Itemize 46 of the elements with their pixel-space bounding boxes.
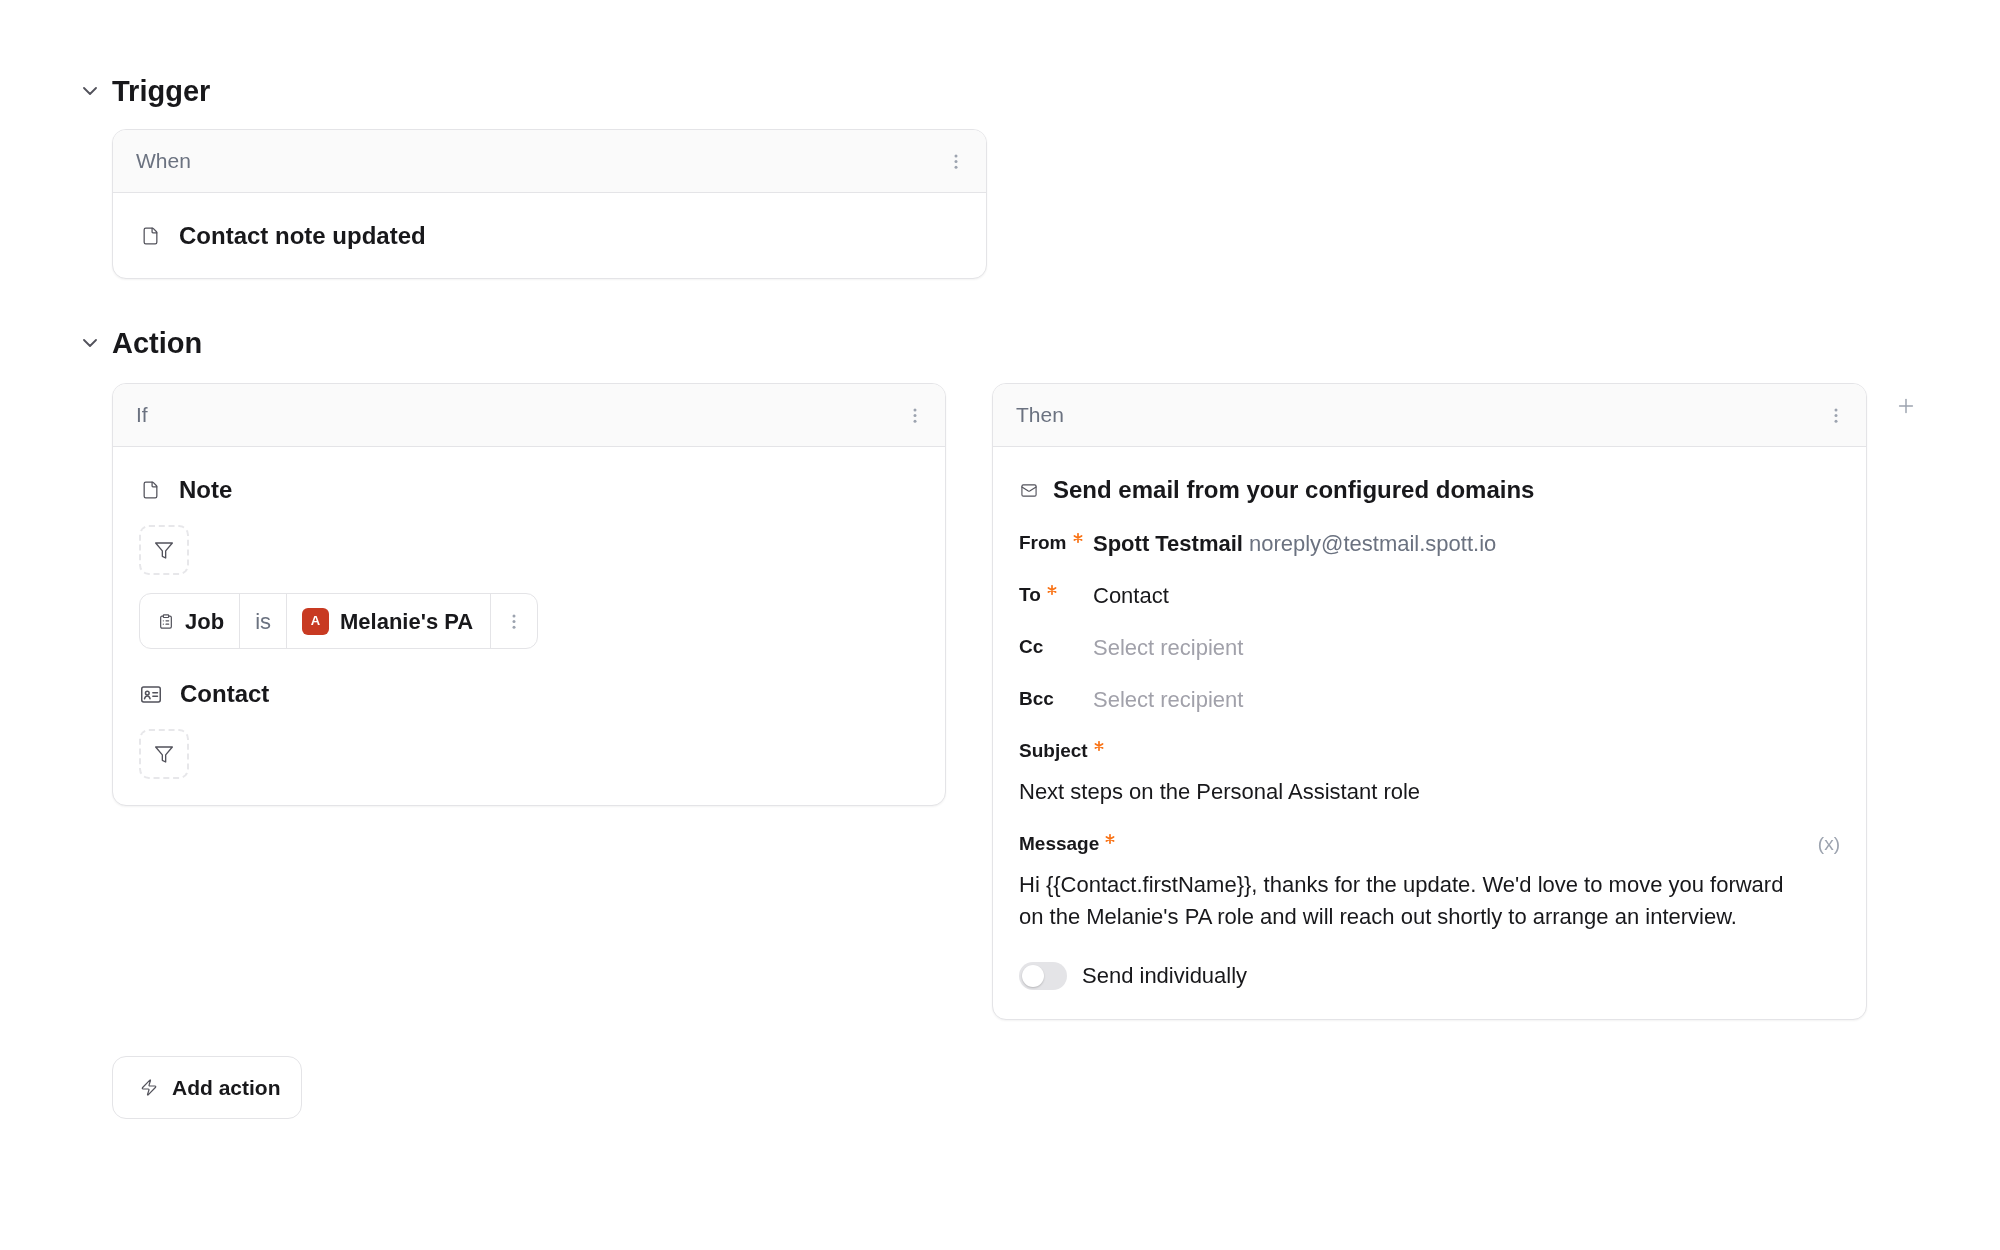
field-label: Bcc [1019,686,1054,711]
file-icon [141,480,160,500]
recipient-field[interactable]: Select recipient [1093,684,1393,714]
contact-card-icon [141,685,161,703]
avatar: A [302,607,329,635]
field-label: Message [1019,831,1100,856]
recipient-field[interactable]: Select recipient [1093,632,1393,662]
file-icon [141,225,160,246]
clipboard-icon [158,612,174,630]
section-heading: Action [112,326,203,361]
field-label: Subject [1019,738,1088,763]
card-header-label: Then [1016,402,1064,429]
field-label: To [1019,582,1041,607]
card-header-label: If [136,402,148,429]
dots-vertical-icon [1834,407,1838,423]
field-label: Cc [1019,634,1044,659]
toggle-switch[interactable] [1019,961,1067,990]
message-field[interactable]: Hi {{Contact.firstName}}, thanks for the update. We'd love to move you forward on the Melanie's PA role and will reach out shortly to arrange an interview. [1019,869,1794,933]
lightning-icon [140,1078,158,1097]
recipient-select[interactable]: Contact [1093,578,1169,612]
condition-value[interactable]: A Melanie's PA [287,594,492,648]
sender-address: noreply@testmail.spott.io [1248,529,1497,558]
dots-vertical-icon [954,153,958,169]
add-filter-button[interactable] [139,729,189,779]
card-header-label: When [136,148,191,175]
dots-vertical-icon [512,613,517,629]
chevron-icon[interactable] [83,87,97,95]
dots-vertical-icon [913,407,917,423]
trigger-event: Contact note updated [179,220,426,251]
filter-icon [155,541,173,559]
condition-field[interactable]: Job [140,594,241,648]
chevron-icon[interactable] [83,339,97,347]
section-heading: Trigger [112,74,211,109]
subject-field[interactable]: Next steps on the Personal Assistant role [1019,777,1840,807]
condition-operator[interactable]: is [240,594,287,648]
filter-icon [155,745,173,763]
group-title: Contact [180,679,270,709]
add-filter-button[interactable] [139,525,189,575]
mail-icon [1019,481,1039,499]
sender-name: Spott Testmail [1093,529,1243,558]
action-title: Send email from your configured domains [1053,475,1535,505]
field-label: From [1019,530,1067,555]
group-title: Note [179,475,233,505]
toggle-label: Send individually [1082,962,1248,990]
sender-select[interactable]: Spott Testmail noreply@testmail.spott.io [1093,526,1497,560]
add-action-button[interactable]: Add action [112,1056,302,1119]
